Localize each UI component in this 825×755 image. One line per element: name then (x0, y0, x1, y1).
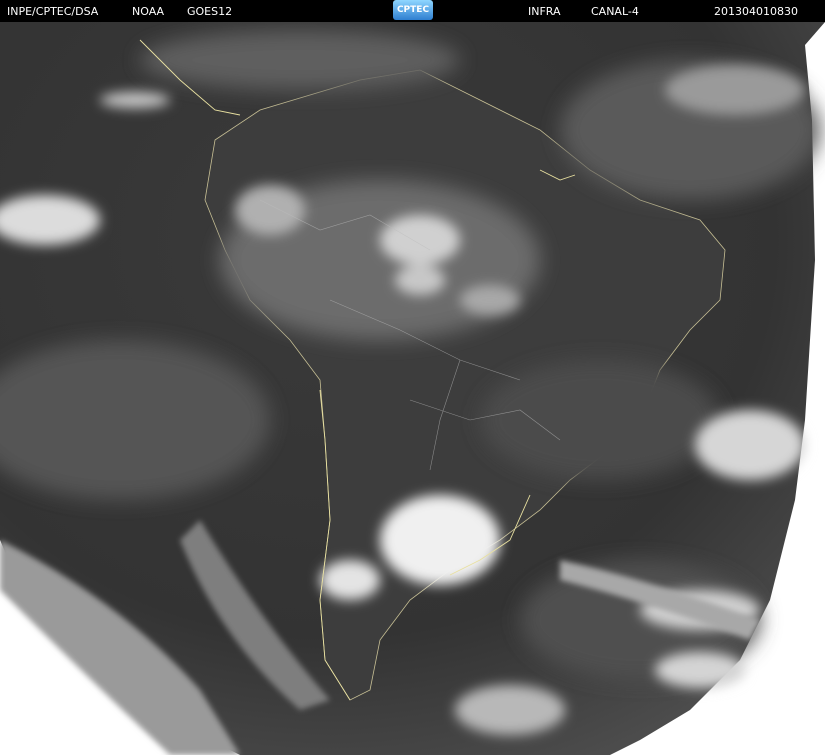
source-label: INPE/CPTEC/DSA (7, 5, 99, 18)
satellite-label: GOES12 (187, 5, 233, 18)
cptec-logo: CPTEC (393, 0, 433, 20)
logo-text: CPTEC (396, 5, 430, 15)
timestamp-label: 201304010830 (714, 5, 798, 18)
header-bar: INPE/CPTEC/DSA NOAA GOES12 CPTEC INFRA C… (0, 0, 825, 22)
channel-label: CANAL-4 (591, 5, 639, 18)
agency-label: NOAA (132, 5, 165, 18)
product-label: INFRA (528, 5, 561, 18)
satellite-image (0, 22, 825, 755)
satellite-viewer: INPE/CPTEC/DSA NOAA GOES12 CPTEC INFRA C… (0, 0, 825, 755)
